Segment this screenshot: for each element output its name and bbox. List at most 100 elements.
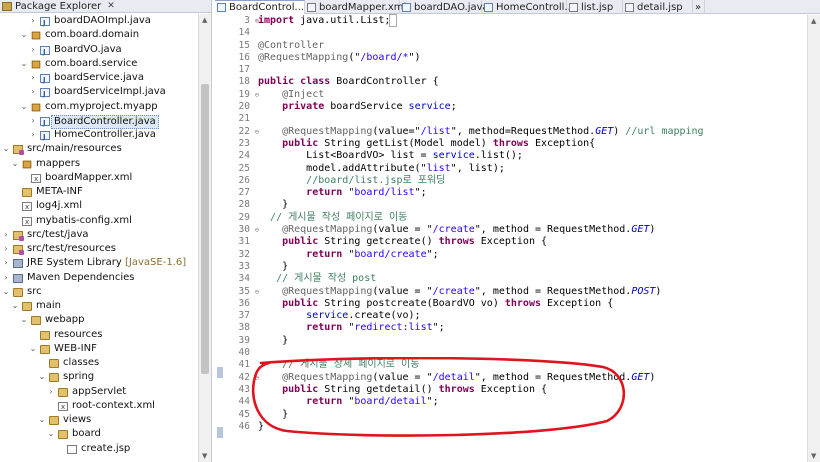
code-line[interactable]: @RequestMapping("/board/*"): [258, 52, 806, 64]
tree-item[interactable]: root-context.xml: [0, 399, 198, 414]
scroll-up-icon[interactable]: ▲: [202, 16, 207, 24]
editor-tab[interactable]: »: [693, 0, 705, 14]
scroll-up-icon[interactable]: ▲: [811, 17, 816, 25]
tree-item[interactable]: › boardService.java: [0, 71, 198, 87]
code-line[interactable]: import java.util.List;: [258, 14, 806, 27]
tree-item[interactable]: › HomeController.java: [0, 128, 198, 144]
close-icon[interactable]: ✕: [107, 1, 115, 11]
code-line[interactable]: }: [258, 421, 806, 433]
editor-tab[interactable]: boardDAO.java: [400, 0, 489, 14]
scrollbar-thumb[interactable]: [201, 84, 209, 374]
code-line[interactable]: public String getcreate() throws Excepti…: [258, 236, 806, 248]
explorer-scrollbar[interactable]: ▲ ▼: [198, 14, 211, 462]
chevron-right-icon[interactable]: ›: [1, 271, 11, 285]
chevron-right-icon[interactable]: ›: [28, 85, 38, 99]
editor-tab[interactable]: HomeControll...: [482, 0, 574, 14]
code-line[interactable]: model.addAttribute("list", list);: [258, 163, 806, 175]
code-line[interactable]: [258, 347, 806, 359]
tree-item[interactable]: create.jsp: [0, 442, 198, 456]
code-line[interactable]: public String getList(Model model) throw…: [258, 138, 806, 150]
code-line[interactable]: @RequestMapping(value = "/create", metho…: [258, 286, 806, 298]
code-line[interactable]: }: [258, 199, 806, 211]
code-line[interactable]: public String getdetail() throws Excepti…: [258, 384, 806, 396]
package-explorer-tab[interactable]: Package Explorer ✕: [0, 0, 211, 13]
tree-item[interactable]: resources: [0, 328, 198, 342]
tree-item[interactable]: ⌄ src/main/resources: [0, 142, 198, 156]
chevron-down-icon[interactable]: ⌄: [46, 427, 56, 441]
chevron-right-icon[interactable]: ›: [1, 242, 11, 256]
code-line[interactable]: private boardService service;: [258, 101, 806, 113]
code-line[interactable]: @RequestMapping(value = "/create", metho…: [258, 224, 806, 236]
code-line[interactable]: return "redirect:list";: [258, 322, 806, 334]
tree-item[interactable]: ⌄ src: [0, 285, 198, 299]
chevron-down-icon[interactable]: ⌄: [19, 28, 29, 42]
code-line[interactable]: List<BoardVO> list = service.list();: [258, 150, 806, 162]
code-line[interactable]: [258, 27, 806, 39]
chevron-right-icon[interactable]: ›: [28, 14, 38, 28]
chevron-right-icon[interactable]: ›: [46, 385, 56, 399]
chevron-down-icon[interactable]: ⌄: [1, 142, 11, 156]
tree-item[interactable]: ⌄ WEB-INF: [0, 342, 198, 356]
chevron-right-icon[interactable]: ›: [28, 71, 38, 85]
code-line[interactable]: [258, 64, 806, 76]
tree-item[interactable]: ⌄ mappers: [0, 157, 198, 171]
code-line[interactable]: //board/list.jsp로 포워딩: [258, 175, 806, 187]
tree-item[interactable]: log4j.xml: [0, 199, 198, 215]
tree-item[interactable]: ⌄ webapp: [0, 313, 198, 327]
chevron-right-icon[interactable]: ›: [1, 228, 11, 242]
chevron-right-icon[interactable]: ›: [28, 43, 38, 57]
chevron-down-icon[interactable]: ⌄: [28, 342, 38, 356]
code-line[interactable]: }: [258, 335, 806, 347]
chevron-down-icon[interactable]: ⌄: [19, 100, 29, 114]
code-line[interactable]: // 게시물 작성 페이지로 이동: [258, 212, 806, 224]
tree-item[interactable]: › boardDAOImpl.java: [0, 14, 198, 30]
scroll-down-icon[interactable]: ▼: [202, 452, 207, 460]
code-line[interactable]: // 게시물 작성 post: [258, 273, 806, 285]
editor-scrollbar[interactable]: ▲ ▼: [807, 15, 820, 462]
chevron-down-icon[interactable]: ⌄: [19, 313, 29, 327]
tree-item[interactable]: › BoardVO.java: [0, 43, 198, 59]
tree-item[interactable]: ⌄ com.board.service: [0, 57, 198, 71]
scroll-down-icon[interactable]: ▼: [811, 452, 816, 460]
tree-item[interactable]: › appServlet: [0, 385, 198, 399]
code-line[interactable]: [258, 113, 806, 125]
tree-item[interactable]: ⌄ board: [0, 427, 198, 441]
editor-tab[interactable]: list.jsp: [567, 0, 623, 14]
tree-item[interactable]: ⌄ views: [0, 413, 198, 427]
code-line[interactable]: service.create(vo);: [258, 310, 806, 322]
chevron-down-icon[interactable]: ⌄: [37, 413, 47, 427]
tree-item[interactable]: ⌄ com.myproject.myapp: [0, 100, 198, 114]
chevron-right-icon[interactable]: ›: [28, 114, 38, 128]
code-line[interactable]: // 게시물 상세 페이지로 이동: [258, 359, 806, 371]
code-line[interactable]: public String postcreate(BoardVO vo) thr…: [258, 298, 806, 310]
chevron-right-icon[interactable]: ›: [1, 256, 11, 270]
code-line[interactable]: return "board/list";: [258, 187, 806, 199]
tree-item[interactable]: classes: [0, 356, 198, 370]
code-line[interactable]: @Inject: [258, 89, 806, 101]
tree-item[interactable]: › JRE System Library [JavaSE-1.6]: [0, 256, 198, 270]
tree-item[interactable]: › boardServiceImpl.java: [0, 85, 198, 101]
code-area[interactable]: import java.util.List; @Controller @Reque…: [258, 14, 806, 433]
code-line[interactable]: public class BoardController {: [258, 76, 806, 88]
code-line[interactable]: return "board/detail";: [258, 396, 806, 408]
chevron-down-icon[interactable]: ⌄: [37, 370, 47, 384]
editor-tab[interactable]: BoardControl...✕: [215, 0, 315, 14]
tree-item[interactable]: boardMapper.xml: [0, 171, 198, 186]
tree-item[interactable]: › Maven Dependencies: [0, 271, 198, 285]
tree-item[interactable]: META-INF: [0, 185, 198, 199]
code-line[interactable]: @Controller: [258, 40, 806, 52]
code-line[interactable]: @RequestMapping(value="/list", method=Re…: [258, 126, 806, 138]
editor-tab[interactable]: detail.jsp: [623, 0, 693, 14]
code-line[interactable]: @RequestMapping(value = "/detail", metho…: [258, 372, 806, 384]
tree-item[interactable]: ⌄ spring: [0, 370, 198, 384]
code-line[interactable]: }: [258, 409, 806, 421]
code-line[interactable]: return "board/create";: [258, 249, 806, 261]
editor-tab[interactable]: boardMapper.xml: [305, 0, 406, 14]
chevron-down-icon[interactable]: ⌄: [10, 299, 20, 313]
tree-item[interactable]: mybatis-config.xml: [0, 214, 198, 229]
chevron-down-icon[interactable]: ⌄: [19, 57, 29, 71]
tree-item[interactable]: › src/test/resources: [0, 242, 198, 256]
chevron-right-icon[interactable]: ›: [28, 128, 38, 142]
tree-item[interactable]: › BoardController.java: [0, 114, 198, 130]
chevron-down-icon[interactable]: ⌄: [10, 157, 20, 171]
